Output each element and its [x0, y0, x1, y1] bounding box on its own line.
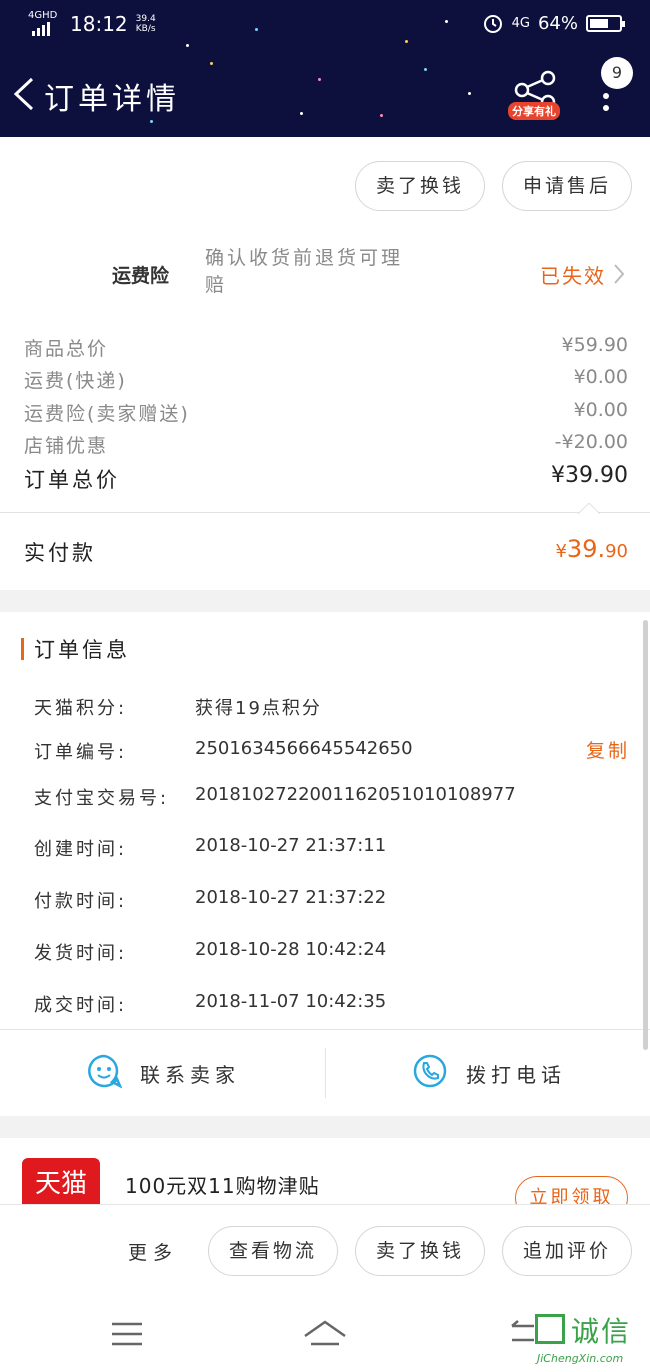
- star-decoration: [318, 78, 321, 81]
- sell-button[interactable]: 卖了换钱: [355, 161, 485, 211]
- star-decoration: [255, 28, 258, 31]
- call-phone-button[interactable]: 拨打电话: [326, 1030, 650, 1116]
- battery-icon: [586, 14, 625, 32]
- insurance-desc: 确认收货前退货可理赔: [205, 247, 404, 296]
- order-total-value: ¥39.90: [551, 463, 628, 488]
- pointer-notch: [578, 503, 600, 514]
- call-phone-label: 拨打电话: [466, 1063, 566, 1087]
- add-review-button[interactable]: 追加评价: [502, 1226, 632, 1276]
- info-value: 2018-11-07 10:42:35: [195, 991, 387, 1012]
- watermark-url: JiChengXin.com: [537, 1352, 624, 1365]
- insurance-status: 已失效: [540, 264, 606, 288]
- info-label: 付款时间:: [34, 891, 128, 912]
- price-row-label: 运费(快递): [24, 370, 127, 392]
- sell-button-bottom[interactable]: 卖了换钱: [355, 1226, 485, 1276]
- message-badge[interactable]: 9: [601, 57, 633, 89]
- order-summary-panel: 卖了换钱 申请售后 运费险 确认收货前退货可理赔 已失效 商品总价 ¥59.90…: [0, 137, 650, 512]
- watermark-logo: 诚信 JiChengXin.com: [535, 1308, 647, 1370]
- price-row-value: ¥0.00: [573, 366, 628, 388]
- insurance-label: 运费险: [112, 265, 170, 287]
- after-sale-button[interactable]: 申请售后: [502, 161, 632, 211]
- system-nav-bar: 诚信 JiChengXin.com: [0, 1292, 650, 1372]
- info-label: 支付宝交易号:: [34, 788, 170, 809]
- promo-title: 100元双11购物津贴: [125, 1174, 320, 1198]
- battery-percent: 64%: [537, 12, 578, 34]
- signal-icon: 4GHD: [28, 10, 58, 36]
- copy-button[interactable]: 复制: [586, 736, 630, 763]
- star-decoration: [150, 120, 153, 123]
- watermark-text: 诚信: [571, 1315, 632, 1348]
- more-dots-icon[interactable]: [602, 88, 610, 112]
- info-label: 创建时间:: [34, 839, 128, 860]
- order-info-panel: 订单信息 天猫积分: 获得19点积分 订单编号: 250163456664554…: [0, 612, 650, 1116]
- contact-seller-button[interactable]: 联系卖家: [0, 1030, 325, 1116]
- contact-seller-label: 联系卖家: [140, 1063, 240, 1087]
- paid-label: 实付款: [24, 541, 96, 565]
- info-label: 订单编号:: [34, 742, 128, 763]
- order-info-heading: 订单信息: [34, 638, 130, 662]
- watermark-square-icon: [535, 1314, 565, 1344]
- paid-amount: ¥39.90: [555, 535, 628, 563]
- order-total-label: 订单总价: [24, 468, 120, 492]
- star-decoration: [468, 92, 471, 95]
- section-accent-bar: [21, 638, 24, 660]
- status-right: 4G 64%: [482, 12, 625, 34]
- price-row-label: 商品总价: [24, 338, 109, 360]
- view-logistics-button[interactable]: 查看物流: [208, 1226, 338, 1276]
- info-value: 2018102722001162051010108977: [195, 784, 516, 805]
- info-label: 天猫积分:: [34, 698, 128, 719]
- back-arrow-icon[interactable]: [10, 76, 38, 112]
- phone-icon: [413, 1054, 447, 1088]
- star-decoration: [210, 62, 213, 65]
- info-value: 获得19点积分: [195, 698, 322, 719]
- star-decoration: [445, 20, 448, 23]
- chat-bubble-icon: [88, 1054, 122, 1089]
- price-row-label: 店铺优惠: [24, 435, 109, 457]
- back-nav-icon[interactable]: [508, 1320, 538, 1346]
- info-label: 发货时间:: [34, 943, 128, 964]
- status-left: 4GHD 18:12 39.4 KB/s: [28, 10, 156, 36]
- star-decoration: [300, 112, 303, 115]
- home-icon[interactable]: [303, 1318, 347, 1346]
- tmall-logo: 天猫: [22, 1158, 100, 1210]
- info-value: 2018-10-27 21:37:22: [195, 887, 387, 908]
- share-label[interactable]: 分享有礼: [508, 102, 560, 120]
- page-title: 订单详情: [44, 82, 180, 117]
- status-time: 18:12: [70, 12, 128, 36]
- alarm-icon: [483, 15, 502, 33]
- star-decoration: [405, 40, 408, 43]
- scrollbar[interactable]: [643, 620, 648, 1050]
- price-row-value: -¥20.00: [554, 431, 628, 453]
- app-header: 4GHD 18:12 39.4 KB/s 4G 64% 订单详情 分享有礼 9: [0, 0, 650, 137]
- info-value: 2018-10-28 10:42:24: [195, 939, 387, 960]
- star-decoration: [186, 44, 189, 47]
- price-row-label: 运费险(卖家赠送): [24, 403, 190, 425]
- bottom-action-bar: 更多 查看物流 卖了换钱 追加评价: [0, 1204, 650, 1292]
- star-decoration: [380, 114, 383, 117]
- price-row-value: ¥0.00: [573, 399, 628, 421]
- network-type-2: 4G: [511, 15, 530, 31]
- star-decoration: [424, 68, 427, 71]
- chevron-right-icon: [614, 264, 625, 284]
- info-label: 成交时间:: [34, 995, 128, 1016]
- more-button[interactable]: 更多: [128, 1238, 178, 1265]
- paid-panel: 实付款 ¥39.90: [0, 503, 650, 590]
- price-row-value: ¥59.90: [561, 334, 628, 356]
- menu-icon[interactable]: [112, 1322, 142, 1346]
- info-value: 2018-10-27 21:37:11: [195, 835, 387, 856]
- network-speed: 39.4 KB/s: [135, 14, 156, 34]
- order-number: 2501634566645542650: [195, 738, 413, 759]
